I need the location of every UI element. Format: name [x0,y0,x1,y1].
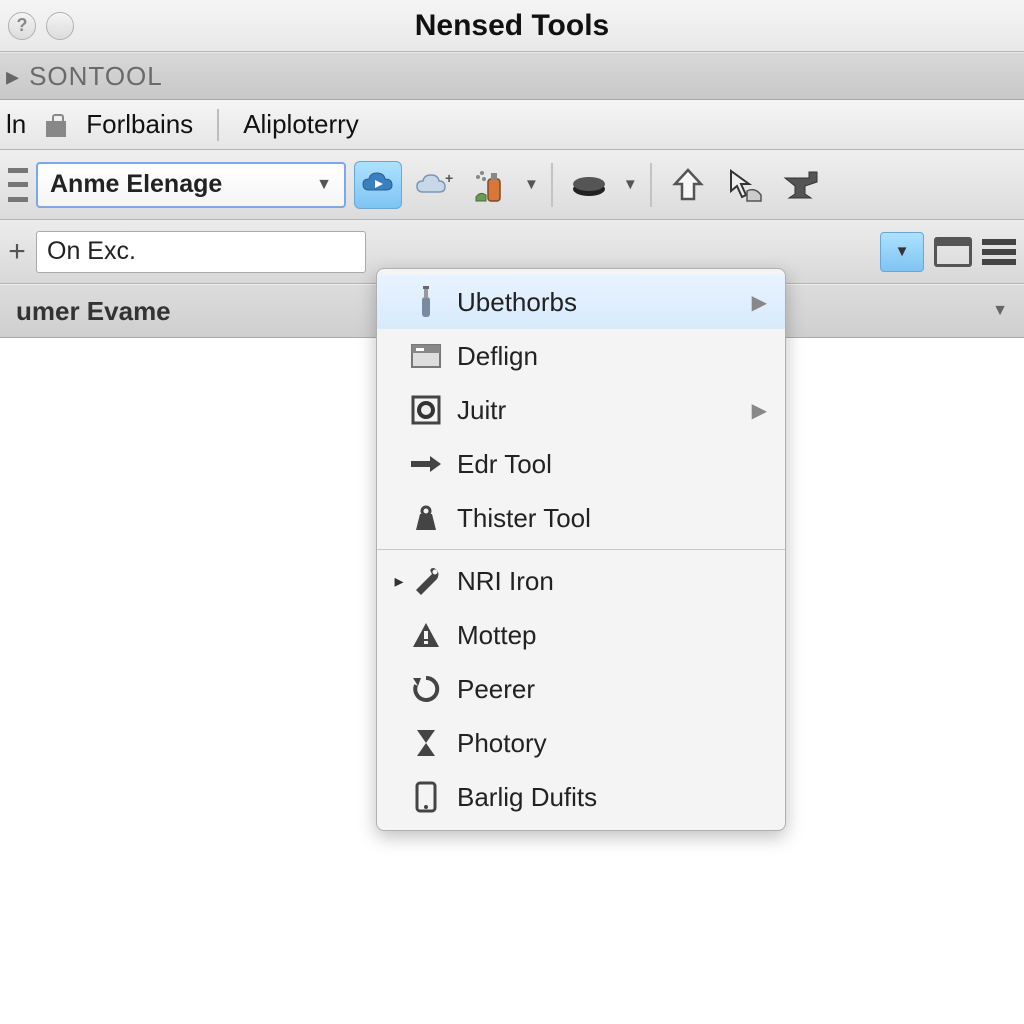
menu-item-mottep[interactable]: Mottep [377,608,785,662]
menu-item-label: Photory [457,728,547,759]
menu-item-edr-tool[interactable]: Edr Tool [377,437,785,491]
dropdown-arrow-icon[interactable]: ▼ [524,176,539,193]
menu-item-label: Juitr [457,395,506,426]
panel-collapse-icon: ▼ [992,302,1008,320]
puck-button[interactable] [565,161,613,209]
arrow-right-icon [409,447,443,481]
refresh-icon [409,672,443,706]
menu-separator [217,109,219,141]
list-icon [982,239,1016,265]
weight-icon [409,501,443,535]
toolbar-primary: Anme Elenage ▼ + ▼ ▼ [0,150,1024,220]
spray-can-icon [472,165,508,205]
breadcrumb-chevron-icon[interactable]: ▸ [6,61,19,92]
menu-item-label: Thister Tool [457,503,591,534]
square-target-icon [409,393,443,427]
menu-item-label: Ubethorbs [457,287,577,318]
titlebar: ? Nensed Tools [0,0,1024,52]
svg-text:+: + [445,170,453,186]
menu-item-label: Barlig Dufits [457,782,597,813]
chevron-down-icon: ▼ [316,176,332,194]
menu-item-juitr[interactable]: Juitr ▶ [377,383,785,437]
panel-title: umer Evame [16,296,171,327]
stamp-tool-button[interactable] [776,161,824,209]
list-toggle-icon[interactable] [8,168,28,202]
menu-item-deflign[interactable]: Deflign [377,329,785,383]
anvil-icon [781,168,819,202]
menu-divider [377,549,785,550]
spray-tool-button[interactable] [466,161,514,209]
arrow-up-outline-icon [671,167,705,203]
menu-item-barlig-dufits[interactable]: Barlig Dufits [377,770,785,824]
active-indicator-icon: ▸ [391,571,407,592]
name-combo[interactable]: Anme Elenage ▼ [36,162,346,208]
menu-item-label: NRI Iron [457,566,554,597]
menu-item-nri-iron[interactable]: ▸ NRI Iron [377,554,785,608]
wrench-icon [409,564,443,598]
hourglass-icon [409,726,443,760]
warning-icon [409,618,443,652]
window-title: Nensed Tools [0,9,1024,43]
breadcrumb-label[interactable]: SONTOOL [29,61,163,92]
menu-forlbains[interactable]: Forlbains [86,109,193,140]
card-icon [409,339,443,373]
menubar: ln Forlbains Aliploterry [0,100,1024,150]
cloud-plus-button[interactable]: + [410,161,458,209]
expression-field[interactable]: On Exc. [36,231,366,273]
menu-item-label: Mottep [457,620,537,651]
window-controls: ? [8,12,74,40]
window-view-button[interactable] [934,237,972,267]
submenu-arrow-icon: ▶ [752,290,767,315]
toolbar-separator [650,163,652,207]
menu-item-thister-tool[interactable]: Thister Tool [377,491,785,545]
cursor-shape-icon [725,167,763,203]
field-value: On Exc. [47,237,136,266]
cloud-plus-icon: + [415,170,453,200]
menu-ln[interactable]: ln [6,109,26,140]
list-view-button[interactable] [982,239,1016,265]
stamp-icon[interactable] [44,113,68,137]
up-arrow-button[interactable] [664,161,712,209]
menu-aliploterry[interactable]: Aliploterry [243,109,359,140]
submenu-arrow-icon: ▶ [752,398,767,423]
help-button[interactable]: ? [8,12,36,40]
dropdown-arrow-icon[interactable]: ▼ [623,176,638,193]
view-dropdown[interactable]: ▼ [880,232,924,272]
bottle-icon [409,285,443,319]
breadcrumb-bar: ▸ SONTOOL [0,52,1024,100]
menu-item-ubethorbs[interactable]: Ubethorbs ▶ [377,275,785,329]
window-icon [934,237,972,267]
device-icon [409,780,443,814]
puck-icon [569,171,609,199]
menu-item-peerer[interactable]: Peerer [377,662,785,716]
window-button[interactable] [46,12,74,40]
cloud-share-button[interactable] [354,161,402,209]
add-button[interactable]: + [8,235,26,269]
shape-tool-button[interactable] [720,161,768,209]
menu-item-label: Deflign [457,341,538,372]
tools-dropdown-menu: Ubethorbs ▶ Deflign Juitr ▶ Edr Tool Thi… [376,268,786,831]
toolbar-separator [551,163,553,207]
combo-value: Anme Elenage [50,170,222,199]
menu-item-photory[interactable]: Photory [377,716,785,770]
menu-item-label: Peerer [457,674,535,705]
cloud-arrow-icon [361,170,395,200]
menu-item-label: Edr Tool [457,449,552,480]
